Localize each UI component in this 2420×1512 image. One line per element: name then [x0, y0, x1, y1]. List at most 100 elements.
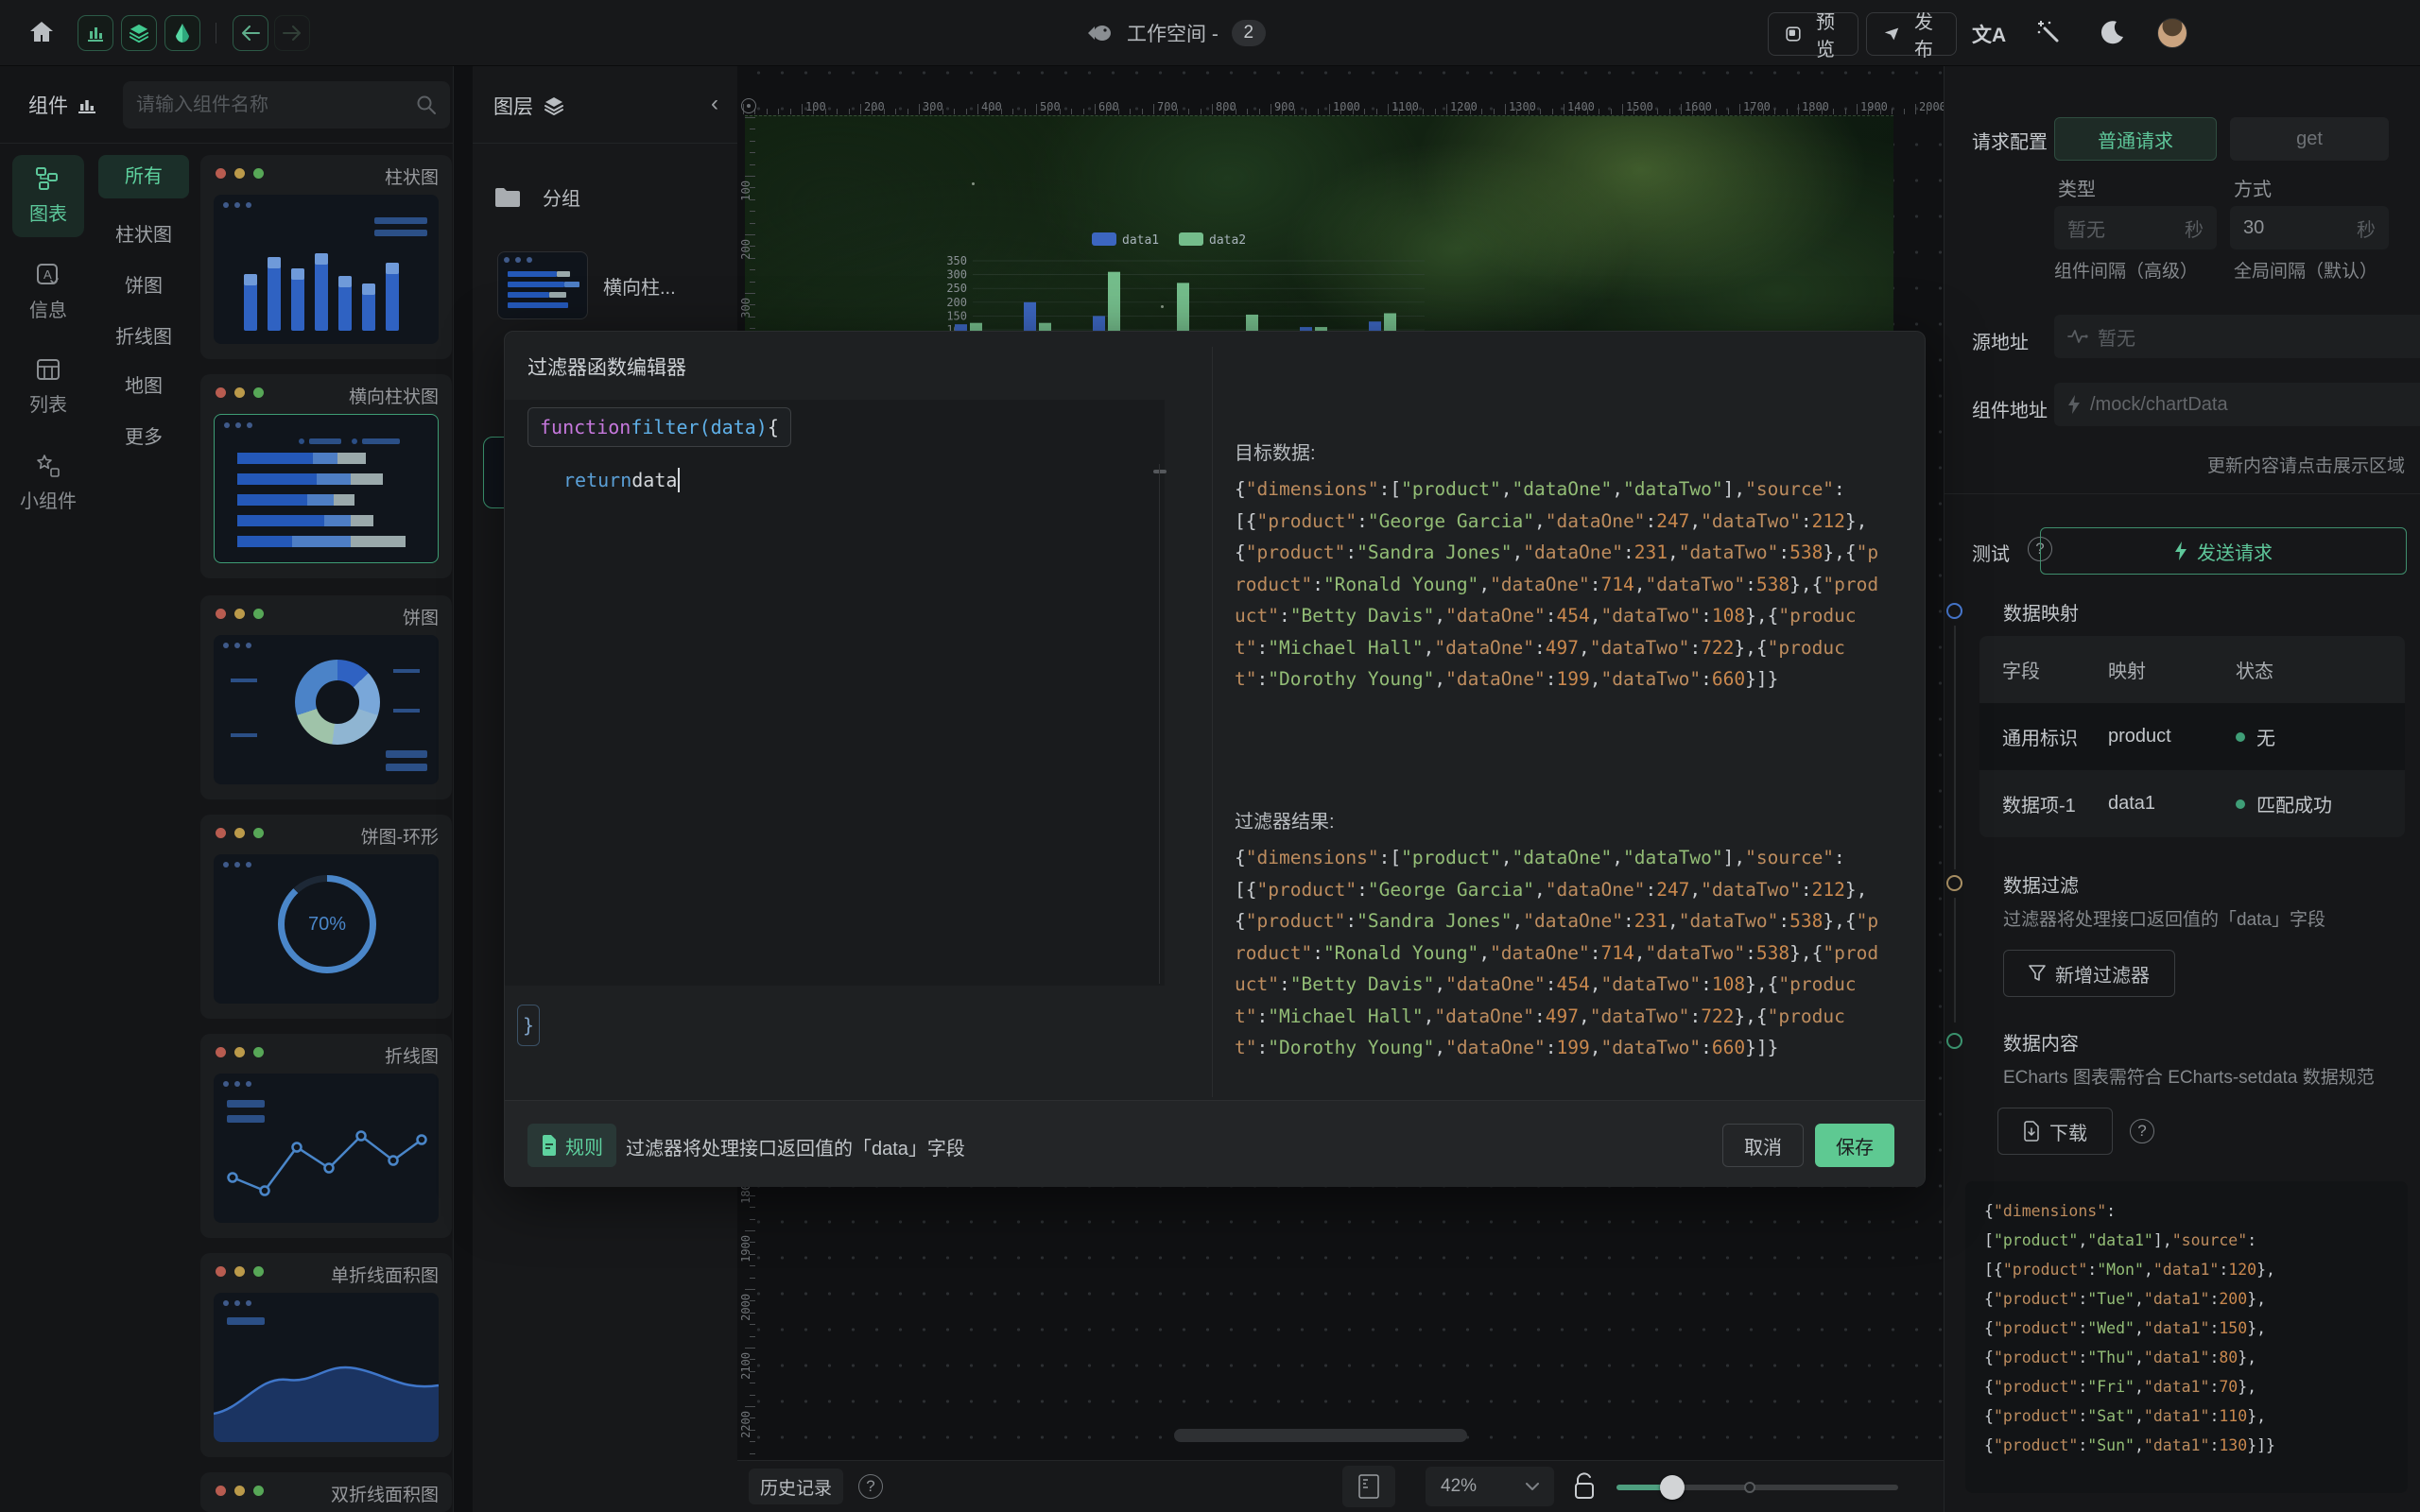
sidebar-tab-info[interactable]: A 信息	[13, 263, 83, 322]
zoom-slider-thumb[interactable]	[1660, 1475, 1685, 1500]
card-header: 双折线面积图	[200, 1472, 452, 1508]
category-pie[interactable]: 饼图	[98, 270, 189, 298]
save-button[interactable]: 保存	[1815, 1124, 1894, 1167]
fish-icon	[1087, 23, 1114, 43]
chevron-down-icon	[1526, 1483, 1539, 1491]
data-filter-title: 数据过滤	[2003, 870, 2079, 898]
global-interval-input[interactable]: 30秒	[2230, 206, 2389, 249]
timeline-node-filter	[1946, 875, 1962, 891]
user-avatar[interactable]	[2157, 18, 2187, 48]
card-title: 饼图-环形	[361, 823, 439, 849]
sidebar-header: 组件	[0, 66, 454, 144]
unlock-icon[interactable]	[1573, 1470, 1596, 1501]
magic-wand-icon[interactable]	[2036, 20, 2061, 44]
component-address-input[interactable]: /mock/chartData	[2054, 383, 2420, 426]
redo-button[interactable]	[274, 15, 310, 51]
widgets-tab-label: 小组件	[20, 486, 77, 513]
component-card-area[interactable]: 单折线面积图	[200, 1253, 452, 1457]
category-bar[interactable]: 柱状图	[98, 219, 189, 247]
filter-editor-modal: 过滤器函数编辑器 function filter(data) { return …	[504, 331, 1926, 1187]
component-search-box[interactable]	[123, 81, 450, 129]
zoom-slider[interactable]	[1616, 1485, 1898, 1490]
folder-icon	[493, 186, 522, 209]
document-icon	[541, 1135, 558, 1156]
component-card-ring[interactable]: 饼图-环形 70%	[200, 815, 452, 1019]
horizontal-scrollbar[interactable]	[1174, 1429, 1467, 1442]
editor-scrollbar-thumb[interactable]	[1153, 470, 1167, 473]
category-line[interactable]: 折线图	[98, 321, 189, 349]
card-thumbnail-area	[214, 1293, 439, 1442]
cancel-button[interactable]: 取消	[1722, 1124, 1804, 1167]
request-method-select[interactable]: get	[2230, 117, 2389, 161]
code-line-close-brace: }	[517, 1005, 540, 1046]
text-cursor	[678, 468, 680, 492]
workspace-count-badge: 2	[1232, 20, 1266, 46]
publish-label: 发布	[1909, 7, 1939, 61]
source-address-input[interactable]: 暂无	[2054, 315, 2420, 358]
component-interval-label: 组件间隔（高级）	[2054, 257, 2198, 283]
card-title: 饼图	[403, 604, 439, 629]
ruler-origin-icon	[741, 98, 756, 113]
card-title: 柱状图	[385, 163, 439, 189]
card-thumbnail-ring: 70%	[214, 854, 439, 1004]
mapping-header-row: 字段 映射 状态	[1979, 636, 2405, 703]
component-interval-input[interactable]: 暂无秒	[2054, 206, 2217, 249]
zoom-select[interactable]: 42%	[1426, 1467, 1554, 1506]
bar-chart-icon	[78, 96, 96, 113]
layer-item-row[interactable]: 横向柱...	[497, 251, 676, 319]
component-card-area2[interactable]: 双折线面积图	[200, 1472, 452, 1512]
component-search-input[interactable]	[136, 94, 416, 116]
zoom-slider-midpoint	[1744, 1482, 1755, 1493]
collapse-panel-icon[interactable]: ‹	[711, 91, 718, 117]
card-thumbnail-line	[214, 1074, 439, 1223]
sidebar-tab-charts[interactable]: 图表	[12, 155, 84, 237]
sidebar-tab-list[interactable]: 列表	[13, 357, 83, 417]
undo-button[interactable]	[233, 15, 268, 51]
hbar-thumb-chart	[233, 438, 428, 553]
search-icon[interactable]	[416, 94, 437, 115]
svg-text:300: 300	[946, 268, 967, 282]
help-icon[interactable]: ?	[858, 1474, 883, 1499]
publish-button[interactable]: 发布	[1866, 12, 1957, 56]
zoom-value: 42%	[1441, 1476, 1477, 1497]
canvas-toolbar: 历史记录 ? 42%	[737, 1460, 1944, 1512]
layers-panel-icon	[129, 23, 149, 43]
svg-text:150: 150	[946, 309, 967, 322]
code-line-return[interactable]: return data	[563, 468, 680, 492]
card-header: 横向柱状图	[200, 374, 452, 410]
card-header: 单折线面积图	[200, 1253, 452, 1289]
toggle-details-panel-button[interactable]	[164, 15, 200, 51]
page-panel-button[interactable]	[1342, 1466, 1395, 1507]
content-help-icon[interactable]: ?	[2130, 1119, 2154, 1143]
home-icon[interactable]	[28, 20, 55, 44]
category-more[interactable]: 更多	[98, 421, 189, 449]
card-header: 饼图	[200, 595, 452, 631]
toggle-layers-panel-button[interactable]	[121, 15, 157, 51]
page-icon	[1358, 1474, 1379, 1499]
add-filter-button[interactable]: 新增过滤器	[2003, 950, 2175, 997]
category-map[interactable]: 地图	[98, 370, 189, 398]
card-title: 双折线面积图	[331, 1481, 439, 1506]
timeline-node-content	[1946, 1033, 1962, 1049]
component-card-bar[interactable]: 柱状图	[200, 155, 452, 359]
component-card-hbar[interactable]: 横向柱状图	[200, 374, 452, 578]
language-icon[interactable]: 文A	[1972, 20, 2006, 48]
history-button[interactable]: 历史记录	[749, 1469, 843, 1504]
svg-text:350: 350	[946, 254, 967, 267]
pie-donut	[295, 660, 380, 745]
prism-icon	[173, 23, 192, 43]
window-icon	[1786, 25, 1801, 43]
sidebar-tab-widgets[interactable]: 小组件	[13, 454, 83, 513]
dark-mode-moon-icon[interactable]	[2100, 20, 2125, 44]
ring-value: 70%	[285, 882, 370, 967]
category-all[interactable]: 所有	[98, 155, 189, 198]
card-header: 柱状图	[200, 155, 452, 191]
preview-button[interactable]: 预览	[1768, 12, 1858, 56]
component-card-line[interactable]: 折线图	[200, 1034, 452, 1238]
layer-group-row[interactable]: 分组	[493, 183, 580, 211]
component-card-pie[interactable]: 饼图	[200, 595, 452, 799]
request-type-select[interactable]: 普通请求	[2054, 117, 2217, 161]
download-button[interactable]: 下载	[1997, 1108, 2113, 1155]
toggle-components-panel-button[interactable]	[78, 15, 113, 51]
send-request-button[interactable]: 发送请求	[2040, 527, 2407, 575]
